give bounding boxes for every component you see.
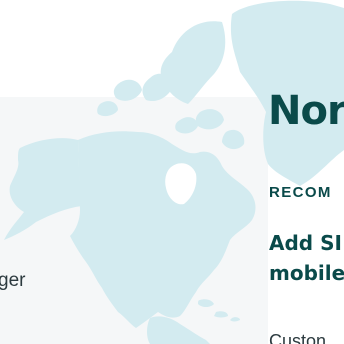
- region-title: Nor: [268, 88, 344, 134]
- recommendation-subtext: Custon: [269, 331, 327, 344]
- recommendation-title-line-1: Add SI: [269, 231, 342, 255]
- recommendation-eyebrow: RECOM: [269, 184, 332, 201]
- north-america-map: [4, 0, 344, 344]
- page: ger Nor RECOM Add SI mobile Custon: [0, 0, 344, 344]
- recommendation-title-link[interactable]: Add SI mobile: [269, 228, 344, 288]
- central-america-shape: [147, 316, 210, 344]
- location-partial-text: ger: [0, 270, 26, 291]
- recommendation-title-line-2: mobile: [269, 261, 344, 285]
- mainland-shape: [70, 131, 256, 328]
- arctic-islands-shape: [160, 21, 226, 105]
